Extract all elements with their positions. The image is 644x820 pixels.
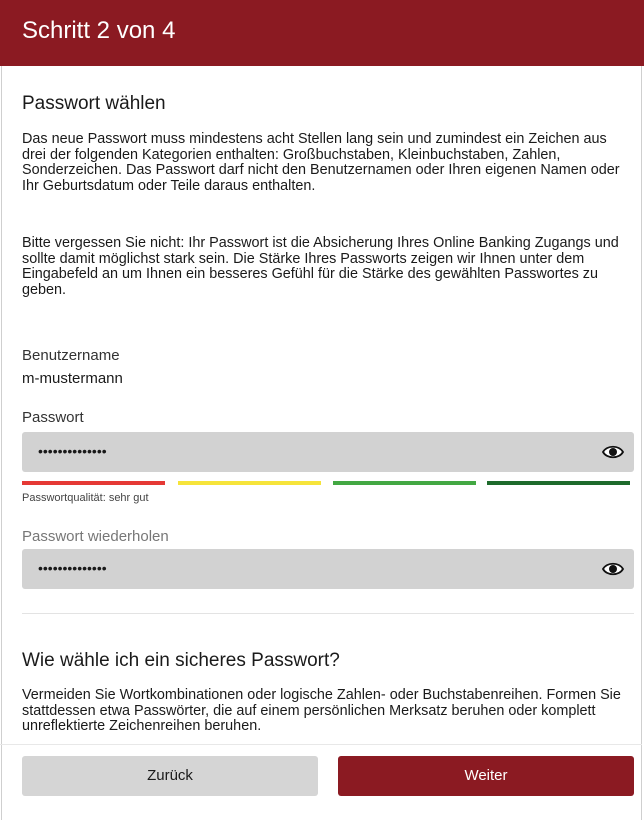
password-label: Passwort [22, 409, 84, 426]
next-button[interactable]: Weiter [338, 756, 634, 796]
section-title-password: Passwort wählen [22, 93, 166, 114]
strength-bar-2 [178, 481, 321, 485]
username-value: m-mustermann [22, 370, 123, 387]
password-repeat-field[interactable]: •••••••••••••• [22, 549, 634, 589]
password-repeat-masked-value: •••••••••••••• [38, 560, 107, 576]
section-divider [22, 613, 634, 614]
back-button[interactable]: Zurück [22, 756, 318, 796]
username-label: Benutzername [22, 347, 120, 364]
step-header: Schritt 2 von 4 [0, 0, 644, 66]
footer-divider [0, 744, 642, 745]
password-hint-text: Bitte vergessen Sie nicht: Ihr Passwort … [22, 235, 619, 298]
password-rules-text: Das neue Passwort muss mindestens acht S… [22, 131, 620, 194]
strength-bar-1 [22, 481, 165, 485]
eye-icon[interactable] [602, 560, 624, 578]
step-title: Schritt 2 von 4 [22, 17, 176, 44]
eye-icon[interactable] [602, 443, 624, 461]
password-repeat-label: Passwort wiederholen [22, 528, 169, 545]
password-quality-text: Passwortqualität: sehr gut [22, 492, 149, 504]
strength-bar-3 [333, 481, 476, 485]
password-field[interactable]: •••••••••••••• [22, 432, 634, 472]
password-masked-value: •••••••••••••• [38, 443, 107, 459]
tips-text: Vermeiden Sie Wortkombinationen oder log… [22, 687, 621, 735]
strength-bar-4 [487, 481, 630, 485]
section-title-tips: Wie wähle ich ein sicheres Passwort? [22, 650, 340, 671]
